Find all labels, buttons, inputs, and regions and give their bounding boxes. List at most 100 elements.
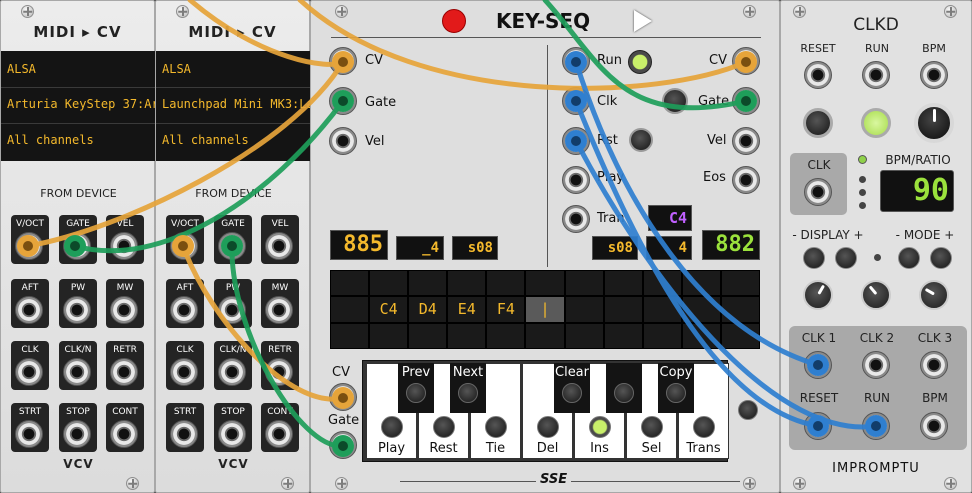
run-jack[interactable]: [562, 47, 590, 75]
grid-cell[interactable]: [526, 271, 564, 296]
output-jack[interactable]: [63, 358, 91, 386]
grid-cell[interactable]: [604, 323, 642, 348]
play-icon[interactable]: [634, 10, 652, 32]
channel-select[interactable]: All channels: [7, 133, 155, 147]
grid-cell[interactable]: [604, 297, 642, 322]
clk-in-jack[interactable]: [804, 178, 832, 206]
bpm-in-jack[interactable]: [920, 61, 948, 89]
grid-cell[interactable]: [370, 323, 408, 348]
grid-cell[interactable]: [643, 323, 681, 348]
output-jack[interactable]: [110, 296, 138, 324]
channel-select[interactable]: All channels: [162, 133, 310, 147]
output-jack[interactable]: [110, 420, 138, 448]
grid-cell[interactable]: |: [526, 297, 564, 322]
output-jack[interactable]: [15, 358, 43, 386]
output-jack[interactable]: [265, 296, 293, 324]
grid-cell[interactable]: [565, 297, 603, 322]
output-jack[interactable]: [110, 232, 138, 260]
clk1-out-jack[interactable]: [804, 351, 832, 379]
output-jack[interactable]: [265, 232, 293, 260]
grid-cell[interactable]: [487, 271, 525, 296]
play-jack[interactable]: [562, 166, 590, 194]
clk-jack[interactable]: [562, 87, 590, 115]
black-key[interactable]: Copy: [658, 363, 694, 413]
grid-cell[interactable]: [721, 271, 759, 296]
grid-cell[interactable]: [487, 323, 525, 348]
key-button[interactable]: [693, 416, 715, 438]
run-in-jack[interactable]: [862, 61, 890, 89]
cv-out-jack[interactable]: [732, 47, 760, 75]
kb-gate-jack[interactable]: [329, 431, 357, 459]
grid-cell[interactable]: C4: [370, 297, 408, 322]
display-plus-button[interactable]: [835, 247, 857, 269]
reset-out-jack[interactable]: [804, 412, 832, 440]
grid-cell[interactable]: [409, 323, 447, 348]
output-jack[interactable]: [218, 296, 246, 324]
tran-jack[interactable]: [562, 205, 590, 233]
kb-cv-jack[interactable]: [329, 383, 357, 411]
grid-cell[interactable]: D4: [409, 297, 447, 322]
grid-cell[interactable]: [331, 297, 369, 322]
clk3-out-jack[interactable]: [920, 351, 948, 379]
output-jack[interactable]: [218, 232, 246, 260]
output-jack[interactable]: [170, 232, 198, 260]
clk2-out-jack[interactable]: [862, 351, 890, 379]
grid-cell[interactable]: [643, 297, 681, 322]
driver-select[interactable]: ALSA: [162, 62, 310, 76]
grid-cell[interactable]: [565, 323, 603, 348]
output-jack[interactable]: [63, 296, 91, 324]
reset-in-jack[interactable]: [804, 61, 832, 89]
key-button[interactable]: [381, 416, 403, 438]
black-key[interactable]: Clear: [554, 363, 590, 413]
grid-cell[interactable]: [721, 323, 759, 348]
grid-cell[interactable]: F4: [487, 297, 525, 322]
vel-out-jack[interactable]: [732, 127, 760, 155]
grid-cell[interactable]: [682, 271, 720, 296]
eos-out-jack[interactable]: [732, 166, 760, 194]
run-button[interactable]: [861, 108, 891, 138]
device-select[interactable]: Launchpad Mini MK3:Launchpad: [162, 97, 310, 111]
display-minus-button[interactable]: [803, 247, 825, 269]
output-jack[interactable]: [15, 420, 43, 448]
grid-cell[interactable]: [721, 297, 759, 322]
output-jack[interactable]: [218, 420, 246, 448]
grid-cell[interactable]: [526, 323, 564, 348]
cv-in-jack[interactable]: [329, 47, 357, 75]
key-button[interactable]: [537, 416, 559, 438]
output-jack[interactable]: [110, 358, 138, 386]
aux-button[interactable]: [738, 400, 758, 420]
key-button[interactable]: [641, 416, 663, 438]
note-grid[interactable]: C4 D4 E4 F4 |: [330, 270, 760, 349]
ratio-knob-3[interactable]: [919, 280, 949, 310]
output-jack[interactable]: [15, 296, 43, 324]
output-jack[interactable]: [218, 358, 246, 386]
reset-button[interactable]: [629, 128, 653, 152]
grid-cell[interactable]: [331, 271, 369, 296]
gate-out-jack[interactable]: [732, 87, 760, 115]
gate-in-jack[interactable]: [329, 87, 357, 115]
run-out-jack[interactable]: [862, 412, 890, 440]
key-button[interactable]: [485, 416, 507, 438]
key-button[interactable]: [614, 383, 634, 403]
rst-jack[interactable]: [562, 127, 590, 155]
grid-cell[interactable]: [448, 271, 486, 296]
grid-cell[interactable]: [409, 271, 447, 296]
key-button[interactable]: [589, 416, 611, 438]
key-button[interactable]: [458, 383, 478, 403]
output-jack[interactable]: [63, 420, 91, 448]
reset-button[interactable]: [803, 108, 833, 138]
key-button[interactable]: [562, 383, 582, 403]
mode-plus-button[interactable]: [930, 247, 952, 269]
gate-mode-button[interactable]: [662, 88, 688, 114]
driver-select[interactable]: ALSA: [7, 62, 155, 76]
grid-cell[interactable]: [643, 271, 681, 296]
output-jack[interactable]: [15, 232, 43, 260]
grid-cell[interactable]: [370, 271, 408, 296]
black-key[interactable]: Prev: [398, 363, 434, 413]
black-key[interactable]: Next: [450, 363, 486, 413]
output-jack[interactable]: [170, 358, 198, 386]
output-jack[interactable]: [265, 358, 293, 386]
black-key[interactable]: [606, 363, 642, 413]
record-button[interactable]: [442, 9, 466, 33]
key-button[interactable]: [433, 416, 455, 438]
